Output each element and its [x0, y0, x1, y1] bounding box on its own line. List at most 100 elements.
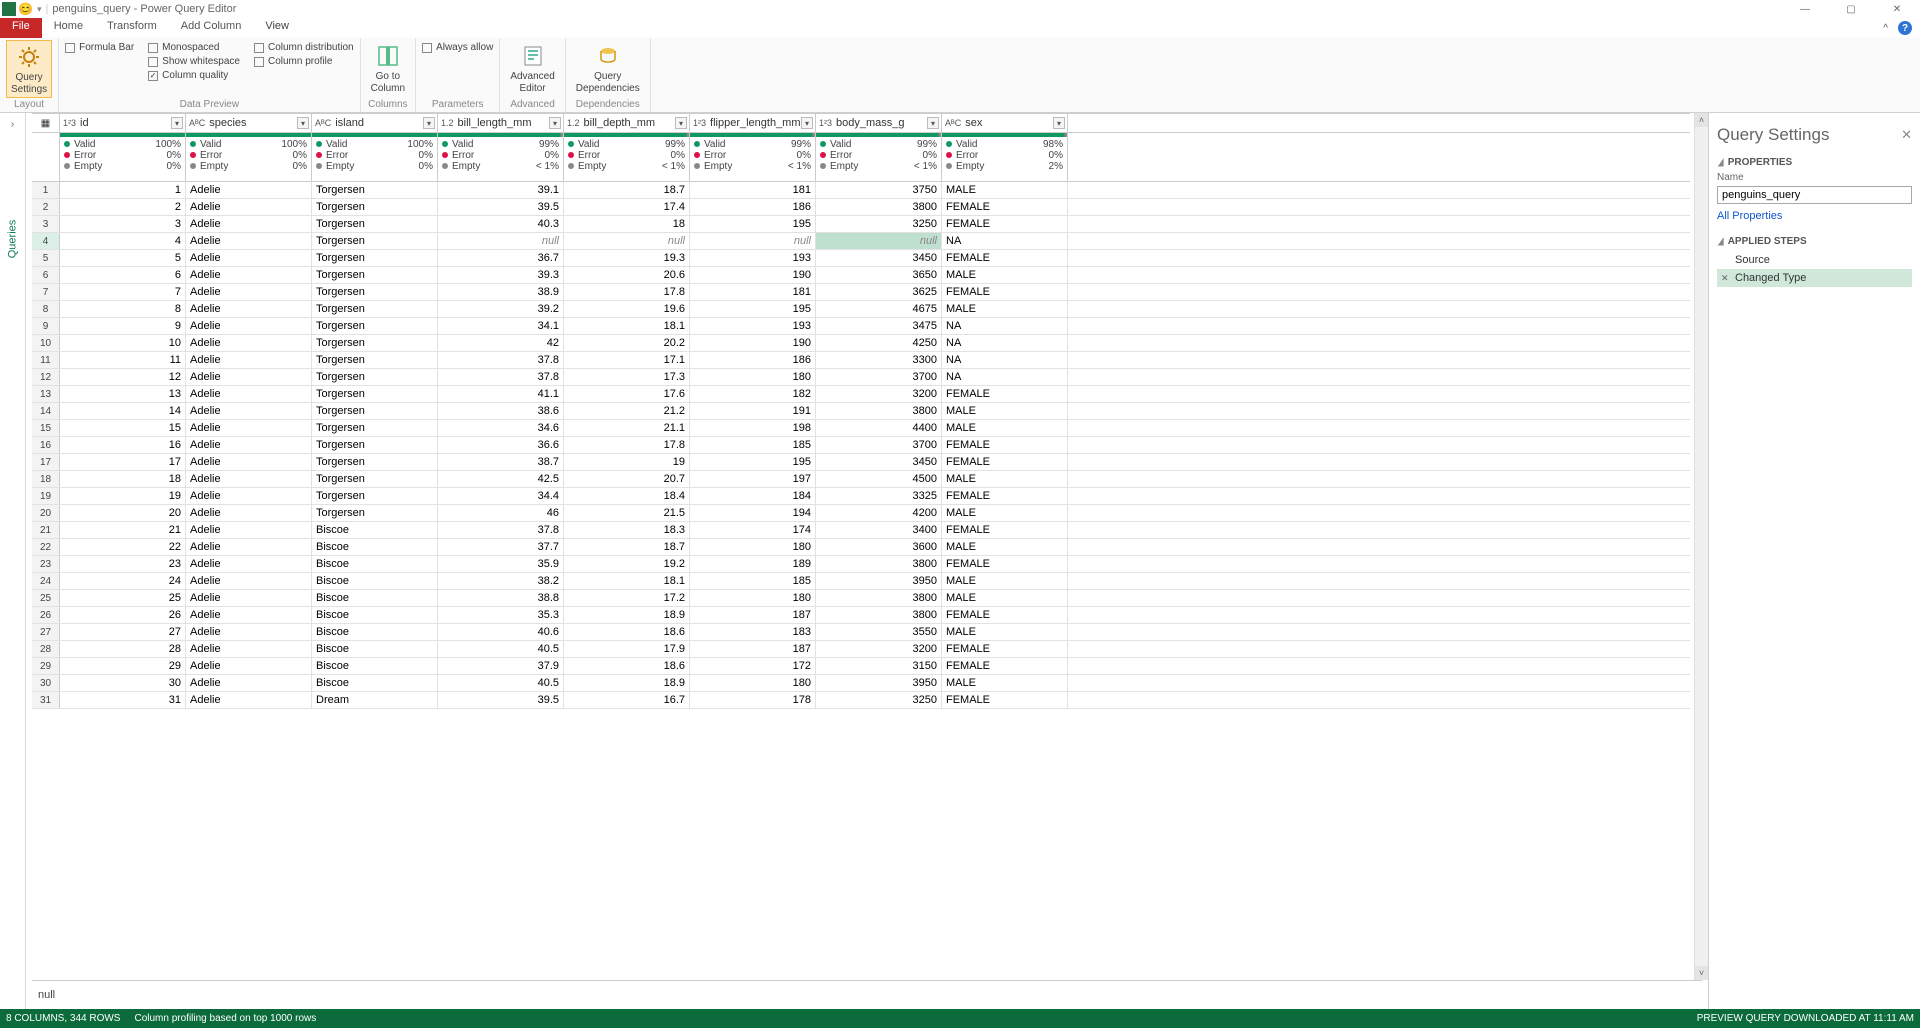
- cell[interactable]: Adelie: [186, 488, 312, 504]
- cell[interactable]: 41.1: [438, 386, 564, 402]
- cell[interactable]: MALE: [942, 539, 1068, 555]
- cell[interactable]: 3800: [816, 199, 942, 215]
- table-row[interactable]: 2828AdelieBiscoe40.517.91873200FEMALE: [32, 641, 1690, 658]
- cell[interactable]: 14: [60, 403, 186, 419]
- cell[interactable]: 3700: [816, 437, 942, 453]
- query-dependencies-button[interactable]: Query Dependencies: [572, 40, 644, 96]
- row-number[interactable]: 2: [32, 199, 60, 215]
- row-number[interactable]: 11: [32, 352, 60, 368]
- cell[interactable]: 15: [60, 420, 186, 436]
- cell[interactable]: FEMALE: [942, 386, 1068, 402]
- column-header-flipper_length_mm[interactable]: 1²3flipper_length_mm▾: [690, 114, 816, 132]
- cell[interactable]: 17: [60, 454, 186, 470]
- cell[interactable]: 38.8: [438, 590, 564, 606]
- table-row[interactable]: 2323AdelieBiscoe35.919.21893800FEMALE: [32, 556, 1690, 573]
- cell[interactable]: 187: [690, 607, 816, 623]
- cell[interactable]: 174: [690, 522, 816, 538]
- cell[interactable]: null: [438, 233, 564, 249]
- cell[interactable]: 3800: [816, 556, 942, 572]
- cell[interactable]: 8: [60, 301, 186, 317]
- cell[interactable]: 186: [690, 352, 816, 368]
- cell[interactable]: 34.1: [438, 318, 564, 334]
- row-number[interactable]: 17: [32, 454, 60, 470]
- column-header-bill_length_mm[interactable]: 1.2bill_length_mm▾: [438, 114, 564, 132]
- row-number[interactable]: 25: [32, 590, 60, 606]
- cell[interactable]: 184: [690, 488, 816, 504]
- step-changed-type[interactable]: ✕Changed Type: [1717, 269, 1912, 287]
- cell[interactable]: 36.7: [438, 250, 564, 266]
- delete-step-icon[interactable]: ✕: [1721, 273, 1729, 284]
- cell[interactable]: 3950: [816, 573, 942, 589]
- cell[interactable]: 185: [690, 437, 816, 453]
- cell[interactable]: 20: [60, 505, 186, 521]
- cell[interactable]: Adelie: [186, 352, 312, 368]
- cell[interactable]: Adelie: [186, 692, 312, 708]
- cell[interactable]: MALE: [942, 420, 1068, 436]
- cell[interactable]: 35.9: [438, 556, 564, 572]
- cell[interactable]: Torgersen: [312, 505, 438, 521]
- row-number[interactable]: 9: [32, 318, 60, 334]
- cell[interactable]: 3150: [816, 658, 942, 674]
- cell[interactable]: 193: [690, 250, 816, 266]
- cell[interactable]: Adelie: [186, 318, 312, 334]
- cell[interactable]: 37.9: [438, 658, 564, 674]
- cell[interactable]: 34.4: [438, 488, 564, 504]
- cell[interactable]: Adelie: [186, 607, 312, 623]
- cell[interactable]: 42.5: [438, 471, 564, 487]
- cell[interactable]: 25: [60, 590, 186, 606]
- cell[interactable]: NA: [942, 318, 1068, 334]
- cell[interactable]: Adelie: [186, 335, 312, 351]
- row-number[interactable]: 13: [32, 386, 60, 402]
- table-row[interactable]: 55AdelieTorgersen36.719.31933450FEMALE: [32, 250, 1690, 267]
- row-number[interactable]: 27: [32, 624, 60, 640]
- cell[interactable]: 21.5: [564, 505, 690, 521]
- cell[interactable]: 31: [60, 692, 186, 708]
- cell[interactable]: 4250: [816, 335, 942, 351]
- cell[interactable]: 46: [438, 505, 564, 521]
- cell[interactable]: FEMALE: [942, 199, 1068, 215]
- cell[interactable]: 18.1: [564, 318, 690, 334]
- cell[interactable]: 11: [60, 352, 186, 368]
- cell[interactable]: 29: [60, 658, 186, 674]
- select-all-icon[interactable]: ▦: [32, 114, 60, 132]
- cell[interactable]: 17.9: [564, 641, 690, 657]
- cell[interactable]: 39.2: [438, 301, 564, 317]
- row-number[interactable]: 18: [32, 471, 60, 487]
- cell[interactable]: FEMALE: [942, 216, 1068, 232]
- row-number[interactable]: 24: [32, 573, 60, 589]
- cell[interactable]: FEMALE: [942, 692, 1068, 708]
- cell[interactable]: Torgersen: [312, 454, 438, 470]
- table-row[interactable]: 2626AdelieBiscoe35.318.91873800FEMALE: [32, 607, 1690, 624]
- cell[interactable]: 180: [690, 369, 816, 385]
- cell[interactable]: Biscoe: [312, 573, 438, 589]
- cell[interactable]: MALE: [942, 624, 1068, 640]
- row-number[interactable]: 4: [32, 233, 60, 249]
- queries-rail[interactable]: › Queries: [0, 113, 26, 1009]
- cell[interactable]: 40.6: [438, 624, 564, 640]
- cell[interactable]: 3650: [816, 267, 942, 283]
- cell[interactable]: 18.3: [564, 522, 690, 538]
- cell[interactable]: FEMALE: [942, 658, 1068, 674]
- cell[interactable]: 10: [60, 335, 186, 351]
- cell[interactable]: Torgersen: [312, 369, 438, 385]
- cell[interactable]: 195: [690, 301, 816, 317]
- cell[interactable]: 3625: [816, 284, 942, 300]
- cell[interactable]: MALE: [942, 675, 1068, 691]
- row-number[interactable]: 6: [32, 267, 60, 283]
- goto-column-button[interactable]: Go to Column: [367, 40, 409, 96]
- cell[interactable]: 19: [564, 454, 690, 470]
- cell[interactable]: Adelie: [186, 522, 312, 538]
- cell[interactable]: 38.2: [438, 573, 564, 589]
- cell[interactable]: NA: [942, 335, 1068, 351]
- table-row[interactable]: 1313AdelieTorgersen41.117.61823200FEMALE: [32, 386, 1690, 403]
- table-row[interactable]: 2929AdelieBiscoe37.918.61723150FEMALE: [32, 658, 1690, 675]
- cell[interactable]: 4675: [816, 301, 942, 317]
- table-row[interactable]: 1515AdelieTorgersen34.621.11984400MALE: [32, 420, 1690, 437]
- cell[interactable]: 3600: [816, 539, 942, 555]
- cell[interactable]: 197: [690, 471, 816, 487]
- cell[interactable]: 35.3: [438, 607, 564, 623]
- cell[interactable]: Dream: [312, 692, 438, 708]
- cell[interactable]: 3450: [816, 454, 942, 470]
- ribbon-collapse-icon[interactable]: ^: [1883, 23, 1888, 34]
- cell[interactable]: NA: [942, 233, 1068, 249]
